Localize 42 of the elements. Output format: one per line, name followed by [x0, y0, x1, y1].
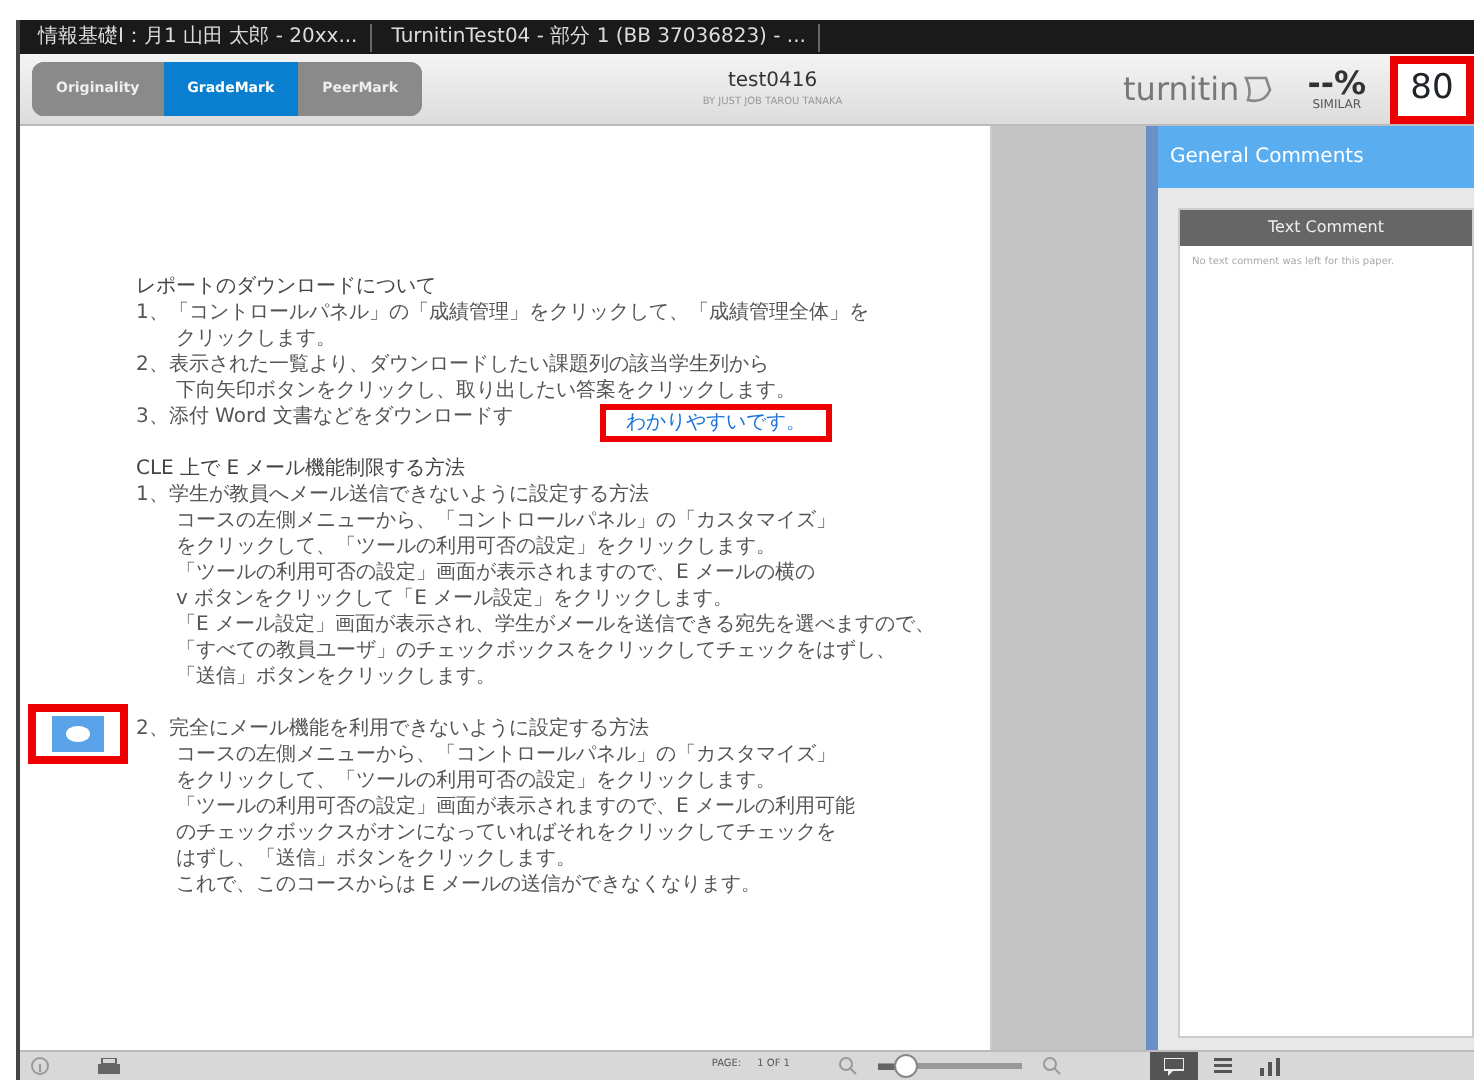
document-line: v ボタンをクリックして「E メール設定」をクリックします。	[176, 586, 734, 612]
print-icon[interactable]	[97, 1057, 119, 1075]
document-line: CLE 上で E メール機能制限する方法	[136, 456, 466, 482]
comment-icon[interactable]	[52, 716, 104, 752]
zoom-out-icon[interactable]	[838, 1056, 858, 1076]
document-line: 1、「コントロールパネル」の「成績管理」をクリックして、「成績管理全体」を	[136, 300, 869, 326]
browser-tab[interactable]: 情報基礎Ⅰ：月1 山田 太郎 - 20xx...	[26, 23, 372, 51]
document-line: コースの左側メニューから、「コントロールパネル」の「カスタマイズ」	[176, 742, 836, 768]
comment-view-icon[interactable]	[1164, 1057, 1184, 1075]
logo-text: turnitin	[1123, 67, 1240, 111]
zoom-in-icon[interactable]	[1042, 1056, 1062, 1076]
document-line: 「送信」ボタンをクリックします。	[176, 664, 496, 690]
document-line: 「ツールの利用可否の設定」画面が表示されますので、E メールの横の	[176, 560, 815, 586]
list-icon[interactable]	[1213, 1058, 1231, 1074]
document-line: をクリックして、「ツールの利用可否の設定」をクリックします。	[176, 768, 776, 794]
document-line: 1、学生が教員へメール送信できないように設定する方法	[136, 482, 649, 508]
info-icon[interactable]	[30, 1056, 50, 1076]
document-line: レポートのダウンロードについて	[136, 274, 436, 300]
document-line: 「ツールの利用可否の設定」画面が表示されますので、E メールの利用可能	[176, 794, 855, 820]
comment-bubble[interactable]: わかりやすいです。	[600, 404, 832, 442]
section-header: Text Comment	[1180, 210, 1472, 246]
similarity-value: --%	[1307, 67, 1366, 99]
document-line: これで、このコースからは E メールの送信ができなくなります。	[176, 872, 762, 898]
document-line: 2、完全にメール機能を利用できないように設定する方法	[136, 716, 649, 742]
bar-chart-icon[interactable]	[1260, 1057, 1280, 1075]
document-line: 下向矢印ボタンをクリックし、取り出したい答案をクリックします。	[176, 378, 796, 404]
scrollbar[interactable]	[1146, 126, 1158, 1050]
document-line: はずし、「送信」ボタンをクリックします。	[176, 846, 576, 872]
document-line: のチェックボックスがオンになっていればそれをクリックしてチェックを	[176, 820, 836, 846]
document-line: をクリックして、「ツールの利用可否の設定」をクリックします。	[176, 534, 776, 560]
panel-title: General Comments	[1158, 126, 1474, 188]
document-line: クリックします。	[176, 326, 336, 352]
logo-icon	[1239, 71, 1276, 107]
document-line: 3、添付 Word 文書などをダウンロードす	[136, 404, 513, 430]
document-line: 「E メール設定」画面が表示され、学生がメールを送信できる宛先を選べますので、	[176, 612, 935, 638]
document-line: 「すべての教員ユーザ」のチェックボックスをクリックしてチェックをはずし、	[176, 638, 896, 664]
slider-thumb[interactable]	[894, 1054, 919, 1078]
browser-tab[interactable]: TurnitinTest04 - 部分 1 (BB 37036823) - ...	[379, 23, 820, 51]
document-line: コースの左側メニューから、「コントロールパネル」の「カスタマイズ」	[176, 508, 836, 534]
document-line: 2、表示された一覧より、ダウンロードしたい課題列の該当学生列から	[136, 352, 769, 378]
score-field[interactable]: 80	[1390, 55, 1474, 123]
paper-title: test0416	[725, 71, 820, 91]
